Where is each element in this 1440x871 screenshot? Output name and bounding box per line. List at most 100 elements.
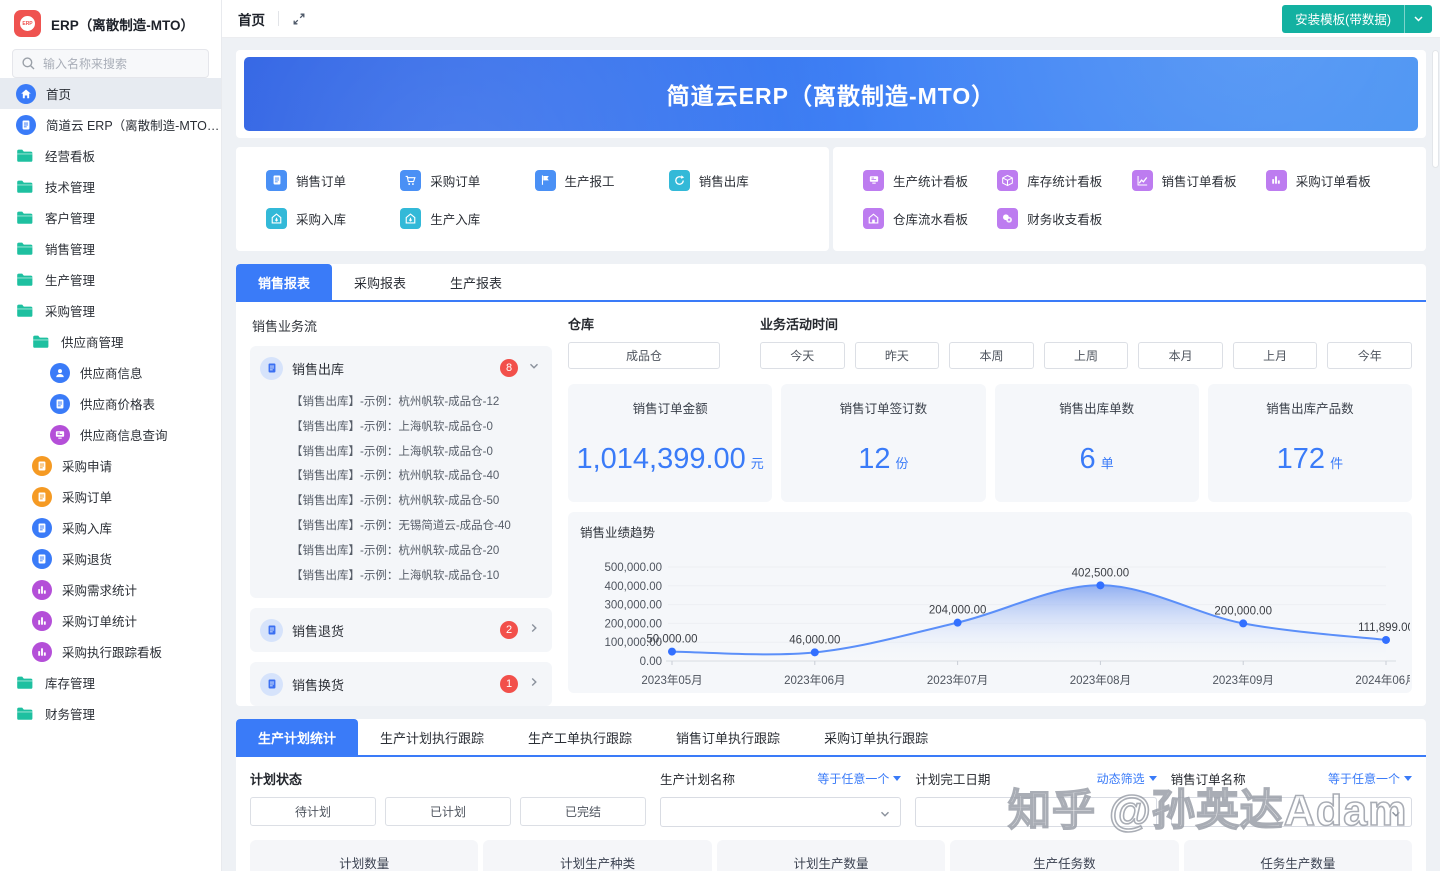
count-badge: 8	[500, 359, 518, 377]
time-filter-button[interactable]: 上周	[1044, 342, 1129, 369]
quick-link[interactable]: 采购入库	[266, 199, 400, 237]
plan-status-button[interactable]: 待计划	[250, 797, 376, 826]
sidebar-item[interactable]: 采购管理	[0, 295, 221, 326]
warehouse-filter-button[interactable]: 成品仓	[568, 342, 720, 369]
flow-group-header[interactable]: 销售换货1	[250, 662, 552, 706]
report-tab[interactable]: 销售报表	[236, 264, 332, 300]
quick-link[interactable]: 生产入库	[400, 199, 534, 237]
search-input[interactable]	[12, 49, 209, 78]
quick-link[interactable]: 销售订单	[266, 161, 400, 199]
plan-status-button[interactable]: 已完结	[520, 797, 646, 826]
doc-icon	[260, 357, 283, 380]
sidebar-item[interactable]: 供应商信息查询	[0, 419, 221, 450]
report-tab[interactable]: 生产报表	[428, 264, 524, 300]
sidebar-item-label: 技术管理	[45, 177, 95, 196]
folder-icon	[16, 706, 35, 722]
chevron-down-icon	[879, 807, 891, 825]
quick-link[interactable]: 财务收支看板	[997, 199, 1131, 237]
sidebar-item[interactable]: 库存管理	[0, 667, 221, 698]
sidebar-item-label: 简道云 ERP（离散制造-MTO）...	[46, 115, 221, 134]
home-icon	[16, 84, 36, 104]
plan-tab[interactable]: 生产计划统计	[236, 719, 358, 755]
plan-tab[interactable]: 采购订单执行跟踪	[802, 719, 950, 755]
sidebar-item[interactable]: 经营看板	[0, 140, 221, 171]
kpi-card: 销售出库单数6单	[995, 384, 1199, 502]
quick-link[interactable]: 库存统计看板	[997, 161, 1131, 199]
time-filter-button[interactable]: 今天	[760, 342, 845, 369]
app-logo-row: ERP ERP（离散制造-MTO）	[0, 0, 221, 45]
flow-item[interactable]: 【销售出库】-示例：杭州帆软-成品仓-50	[291, 489, 544, 514]
sidebar-item[interactable]: 财务管理	[0, 698, 221, 729]
sidebar-item[interactable]: 采购入库	[0, 512, 221, 543]
plan-status-button[interactable]: 已计划	[385, 797, 511, 826]
sidebar-item-label: 供应商信息	[80, 363, 143, 382]
flow-item[interactable]: 【销售出库】-示例：上海帆软-成品仓-0	[291, 440, 544, 465]
flow-item[interactable]: 【销售出库】-示例：杭州帆软-成品仓-12	[291, 390, 544, 415]
flow-item[interactable]: 【销售出库】-示例：杭州帆软-成品仓-40	[291, 464, 544, 489]
quick-link[interactable]: 销售订单看板	[1132, 161, 1266, 199]
time-filter-button[interactable]: 上月	[1233, 342, 1318, 369]
filter-operator-link[interactable]: 等于任意一个	[1328, 770, 1412, 787]
folder-icon	[16, 241, 35, 257]
install-template-button[interactable]: 安装模板(带数据)	[1282, 5, 1432, 33]
time-filter-button[interactable]: 今年	[1327, 342, 1412, 369]
sidebar-item[interactable]: 技术管理	[0, 171, 221, 202]
filter-operator-link[interactable]: 等于任意一个	[817, 770, 901, 787]
plan-tab[interactable]: 生产计划执行跟踪	[358, 719, 506, 755]
sidebar-item[interactable]: 供应商价格表	[0, 388, 221, 419]
quick-links-right-panel: 生产统计看板库存统计看板销售订单看板采购订单看板仓库流水看板财务收支看板	[833, 147, 1426, 251]
time-filter-button[interactable]: 昨天	[855, 342, 940, 369]
install-dropdown-caret[interactable]	[1404, 5, 1432, 33]
sidebar-item[interactable]: 采购退货	[0, 543, 221, 574]
sidebar-item[interactable]: 采购执行跟踪看板	[0, 636, 221, 667]
chevron-right-icon[interactable]	[528, 675, 540, 693]
sidebar-item[interactable]: 采购需求统计	[0, 574, 221, 605]
svg-text:300,000.00: 300,000.00	[604, 600, 662, 612]
quick-link[interactable]: 生产统计看板	[863, 161, 997, 199]
flow-item[interactable]: 【销售出库】-示例：上海帆软-成品仓-0	[291, 415, 544, 440]
sidebar-item[interactable]: 销售管理	[0, 233, 221, 264]
flow-group-header[interactable]: 销售出库8	[250, 346, 552, 390]
plan-card: 生产计划统计生产计划执行跟踪生产工单执行跟踪销售订单执行跟踪采购订单执行跟踪 计…	[236, 719, 1426, 871]
filter-operator-link[interactable]: 动态筛选	[1097, 770, 1157, 787]
scrollbar-thumb[interactable]	[1432, 50, 1439, 168]
flow-item[interactable]: 【销售出库】-示例：无锡简道云-成品仓-40	[291, 514, 544, 539]
flow-item[interactable]: 【销售出库】-示例：杭州帆软-成品仓-20	[291, 539, 544, 564]
topbar-tab-home[interactable]: 首页	[238, 9, 265, 29]
flow-item[interactable]: 【销售出库】-示例：上海帆软-成品仓-10	[291, 564, 544, 589]
kpi-card: 销售出库产品数172件	[1208, 384, 1412, 502]
filter-select[interactable]	[1171, 797, 1412, 827]
report-tab[interactable]: 采购报表	[332, 264, 428, 300]
quick-link[interactable]: 采购订单看板	[1266, 161, 1400, 199]
fullscreen-icon[interactable]	[292, 12, 306, 26]
flow-item-list: 【销售出库】-示例：杭州帆软-成品仓-12【销售出库】-示例：上海帆软-成品仓-…	[250, 390, 552, 598]
filter-select[interactable]	[660, 797, 901, 827]
quick-link[interactable]: 仓库流水看板	[863, 199, 997, 237]
chevron-right-icon[interactable]	[528, 621, 540, 639]
sidebar-item[interactable]: 采购订单统计	[0, 605, 221, 636]
quick-link[interactable]: 采购订单	[400, 161, 534, 199]
flow-group-header[interactable]: 销售退货2	[250, 608, 552, 652]
chevron-down-icon[interactable]	[528, 359, 540, 377]
quick-links-left-panel: 销售订单采购订单生产报工销售出库采购入库生产入库	[236, 147, 829, 251]
sidebar-item-label: 采购订单	[62, 487, 112, 506]
plan-tab[interactable]: 生产工单执行跟踪	[506, 719, 654, 755]
kpi-label: 销售订单签订数	[781, 398, 985, 417]
sidebar-item[interactable]: 首页	[0, 78, 221, 109]
sidebar-item[interactable]: 采购申请	[0, 450, 221, 481]
quick-link[interactable]: 生产报工	[535, 161, 669, 199]
time-filter-button[interactable]: 本周	[949, 342, 1034, 369]
sidebar-item[interactable]: 供应商管理	[0, 326, 221, 357]
sidebar-item[interactable]: 客户管理	[0, 202, 221, 233]
quick-link[interactable]: 销售出库	[669, 161, 803, 199]
kpi-number: 12	[858, 443, 890, 475]
filter-date-input[interactable]	[915, 797, 1156, 827]
sidebar-item[interactable]: 简道云 ERP（离散制造-MTO）...	[0, 109, 221, 140]
doc2-icon	[266, 170, 287, 191]
sidebar-item[interactable]: 生产管理	[0, 264, 221, 295]
sidebar-item[interactable]: 供应商信息	[0, 357, 221, 388]
time-filter-button[interactable]: 本月	[1138, 342, 1223, 369]
sidebar-item[interactable]: 采购订单	[0, 481, 221, 512]
plan-tab[interactable]: 销售订单执行跟踪	[654, 719, 802, 755]
kpi-label: 销售订单金额	[568, 398, 772, 417]
